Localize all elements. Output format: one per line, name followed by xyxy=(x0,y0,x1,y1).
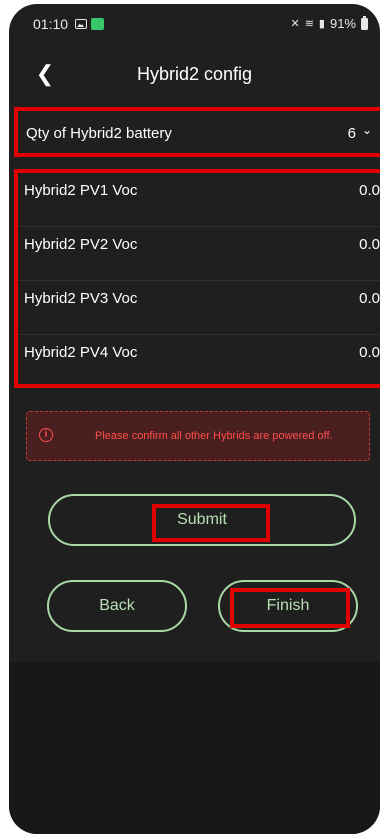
gallery-icon xyxy=(75,19,87,29)
pv4-row: Hybrid2 PV4 Voc 0.0 xyxy=(18,335,380,388)
info-icon: i xyxy=(39,428,53,442)
battery-icon xyxy=(361,15,368,30)
qty-select[interactable]: Qty of Hybrid2 battery 6 ⌄ xyxy=(14,107,380,157)
pv3-value[interactable]: 0.0 xyxy=(359,290,380,307)
signal-icon: ▮ xyxy=(318,17,325,30)
chevron-down-icon: ⌄ xyxy=(362,123,373,137)
warning-banner: i Please confirm all other Hybrids are p… xyxy=(26,411,370,461)
finish-button[interactable]: Finish xyxy=(218,580,358,632)
status-bar: 01:10 ✕ ≋ ▮ 91% xyxy=(9,4,380,46)
submit-button[interactable]: Submit xyxy=(48,494,356,546)
submit-label: Submit xyxy=(177,511,227,528)
pv2-row: Hybrid2 PV2 Voc 0.0 xyxy=(18,227,380,280)
pv1-row: Hybrid2 PV1 Voc 0.0 xyxy=(18,173,380,226)
back-button[interactable]: Back xyxy=(47,580,187,632)
pv1-value[interactable]: 0.0 xyxy=(359,182,380,199)
phone-screen: 01:10 ✕ ≋ ▮ 91% ❮ Hybrid2 config Qty of … xyxy=(9,4,380,834)
page-title: Hybrid2 config xyxy=(136,64,253,84)
qty-label: Qty of Hybrid2 battery xyxy=(26,125,172,142)
pv2-label: Hybrid2 PV2 Voc xyxy=(24,236,138,253)
app-notification-icon xyxy=(91,18,104,30)
mute-icon: ✕ xyxy=(290,17,300,30)
app-header: ❮ Hybrid2 config xyxy=(9,52,380,102)
status-time: 01:10 xyxy=(33,16,69,32)
pv4-value[interactable]: 0.0 xyxy=(359,344,380,361)
back-label: Back xyxy=(99,597,135,614)
pv2-value[interactable]: 0.0 xyxy=(359,236,380,253)
battery-percent: 91% xyxy=(329,16,356,31)
finish-label: Finish xyxy=(266,597,310,614)
wifi-icon: ≋ xyxy=(304,17,314,30)
pv-voc-list: Hybrid2 PV1 Voc 0.0 Hybrid2 PV2 Voc 0.0 … xyxy=(14,169,380,388)
qty-value: 6 xyxy=(347,125,356,142)
warning-text: Please confirm all other Hybrids are pow… xyxy=(95,430,333,442)
status-indicators: ✕ ≋ ▮ 91% xyxy=(290,15,368,31)
bottom-empty-area xyxy=(9,662,380,834)
pv3-label: Hybrid2 PV3 Voc xyxy=(24,290,138,307)
pv4-label: Hybrid2 PV4 Voc xyxy=(24,344,138,361)
pv1-label: Hybrid2 PV1 Voc xyxy=(24,182,138,199)
pv3-row: Hybrid2 PV3 Voc 0.0 xyxy=(18,281,380,334)
